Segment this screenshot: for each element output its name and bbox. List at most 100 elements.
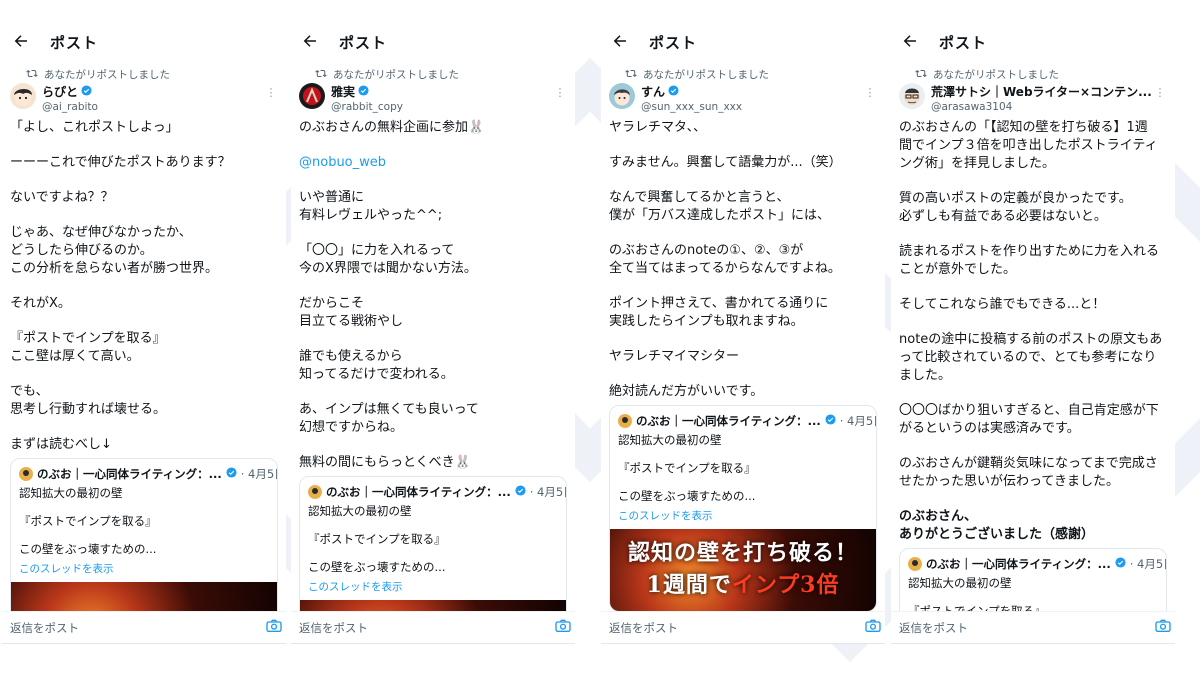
author-handle[interactable]: @arasawa3104 — [931, 101, 1153, 113]
back-arrow-icon[interactable] — [901, 32, 919, 54]
author-handle[interactable]: @ai_rabito — [42, 101, 264, 113]
author-name[interactable]: らぴと — [42, 83, 78, 100]
post-text-line: 幻想ですからね。 — [299, 420, 404, 435]
back-arrow-icon[interactable] — [301, 32, 319, 54]
quoted-avatar — [308, 485, 322, 499]
post-text-line: 誰でも使えるから — [299, 349, 403, 364]
post-text-line: 間でインプ３倍を叩き出したポストライティ — [899, 138, 1158, 153]
image-headline: 認知の壁を打ち破る！ — [627, 540, 858, 566]
verified-badge-icon — [515, 485, 526, 499]
verified-badge-icon — [358, 84, 369, 99]
top-bar: ポスト — [891, 24, 1175, 61]
post-text-line: 質の高いポストの定義が良かったです。 — [899, 191, 1132, 206]
page-title: ポスト — [339, 34, 388, 52]
quoted-date: · 4月5日 — [1129, 557, 1166, 571]
quoted-date: · 4月5日 — [839, 414, 876, 428]
quoted-author-name: のぶお｜一心同体ライティング：... — [326, 485, 511, 499]
more-options-icon[interactable]: ⋮ — [1153, 83, 1167, 98]
post-text-line: 『ポストでインプを取る』 — [10, 331, 166, 346]
repost-icon — [625, 68, 637, 81]
more-options-icon[interactable]: ⋮ — [863, 83, 877, 98]
show-thread-link[interactable]: このスレッドを表示 — [300, 579, 566, 600]
avatar[interactable] — [10, 83, 36, 109]
post-text-line: 有料レヴェルやった^^; — [299, 208, 443, 223]
author-name[interactable]: 雅実 — [331, 83, 355, 100]
back-arrow-icon[interactable] — [12, 32, 30, 54]
author-name[interactable]: すん — [641, 83, 665, 100]
post-text-line: 全て当てはまってるからなんですよね。 — [609, 261, 841, 276]
post-text-line: ング術」を拝見しました。 — [899, 156, 1056, 171]
post-text-line: がるというのは実感済みです。 — [899, 421, 1080, 436]
post-text-line: 無料の間にもらっとくべき🐰 — [299, 455, 471, 470]
verified-badge-icon — [81, 84, 92, 99]
post-panel: ポスト あなたがリポストしました 雅実 @rabbit_copy ⋮ のぶおさんの無料企画… — [291, 24, 575, 644]
repost-indicator: あなたがリポストしました — [601, 67, 885, 81]
image-subline-b: インプ3倍 — [731, 572, 840, 598]
post-author: らぴと @ai_rabito ⋮ — [2, 81, 286, 113]
more-options-icon[interactable]: ⋮ — [264, 83, 278, 98]
author-name[interactable]: 荒澤サトシ｜Webライター×コンテン... — [931, 83, 1152, 100]
post-text-line: 僕が「万バス達成したポスト」には、 — [609, 208, 831, 223]
post-text-line: ました。 — [899, 368, 952, 383]
camera-icon[interactable] — [555, 618, 571, 637]
quoted-text-line: 『ポストでインプを取る』 — [19, 514, 157, 528]
reply-input[interactable]: 返信をポスト — [10, 620, 79, 636]
quoted-text-line: 『ポストでインプを取る』 — [618, 461, 756, 475]
author-handle[interactable]: @sun_xxx_sun_xxx — [641, 101, 863, 113]
verified-badge-icon — [825, 414, 836, 428]
show-thread-link[interactable]: このスレッドを表示 — [11, 561, 277, 582]
more-options-icon[interactable]: ⋮ — [553, 83, 567, 98]
post-text-line: ことが意外でした。 — [899, 262, 1017, 277]
top-bar: ポスト — [601, 24, 885, 61]
quoted-avatar — [908, 557, 922, 571]
verified-badge-icon — [1115, 557, 1126, 571]
author-handle[interactable]: @rabbit_copy — [331, 101, 553, 113]
camera-icon[interactable] — [865, 618, 881, 637]
repost-icon — [26, 68, 38, 81]
quoted-post[interactable]: のぶお｜一心同体ライティング：... · 4月5日認知拡大の最初の壁『ポストでイン… — [609, 405, 877, 612]
reply-bar: 返信をポスト — [291, 611, 575, 644]
camera-icon[interactable] — [266, 618, 282, 637]
avatar[interactable] — [899, 83, 925, 109]
quoted-author-name: のぶお｜一心同体ライティング：... — [37, 467, 222, 481]
repost-icon — [915, 68, 927, 81]
post-text-line: 「よし、これポストしよっ」 — [10, 120, 179, 135]
reply-input[interactable]: 返信をポスト — [609, 620, 678, 636]
avatar[interactable] — [299, 83, 325, 109]
post-text-line[interactable]: @nobuo_web — [299, 154, 567, 172]
show-thread-link[interactable]: このスレッドを表示 — [610, 508, 876, 529]
post-text-line: まずは読むべし↓ — [10, 437, 112, 452]
top-bar: ポスト — [291, 24, 575, 61]
camera-icon[interactable] — [1155, 618, 1171, 637]
post-body: 「よし、これポストしよっ」 ーーーこれで伸びたポストあります？ ないですよね？？ じゃ… — [2, 113, 286, 454]
post-text-line: のぶおさんが鍵鞘炎気味になってまで完成さ — [899, 456, 1158, 471]
back-arrow-icon[interactable] — [611, 32, 629, 54]
avatar[interactable] — [609, 83, 635, 109]
quoted-image[interactable]: 認知の壁を打ち破る！ 1週間でインプ3倍 — [610, 529, 876, 611]
post-text-line: いや普通に — [299, 190, 365, 205]
reply-input[interactable]: 返信をポスト — [899, 620, 968, 636]
post-text-line: でも、 — [10, 384, 49, 399]
post-panel: ポスト あなたがリポストしました 荒澤サトシ｜Webライター×コンテン... @ara… — [891, 24, 1175, 644]
reply-bar: 返信をポスト — [2, 611, 286, 644]
post-text-line: この分析を怠らない者が勝つ世界。 — [10, 261, 219, 276]
reply-input[interactable]: 返信をポスト — [299, 620, 368, 636]
